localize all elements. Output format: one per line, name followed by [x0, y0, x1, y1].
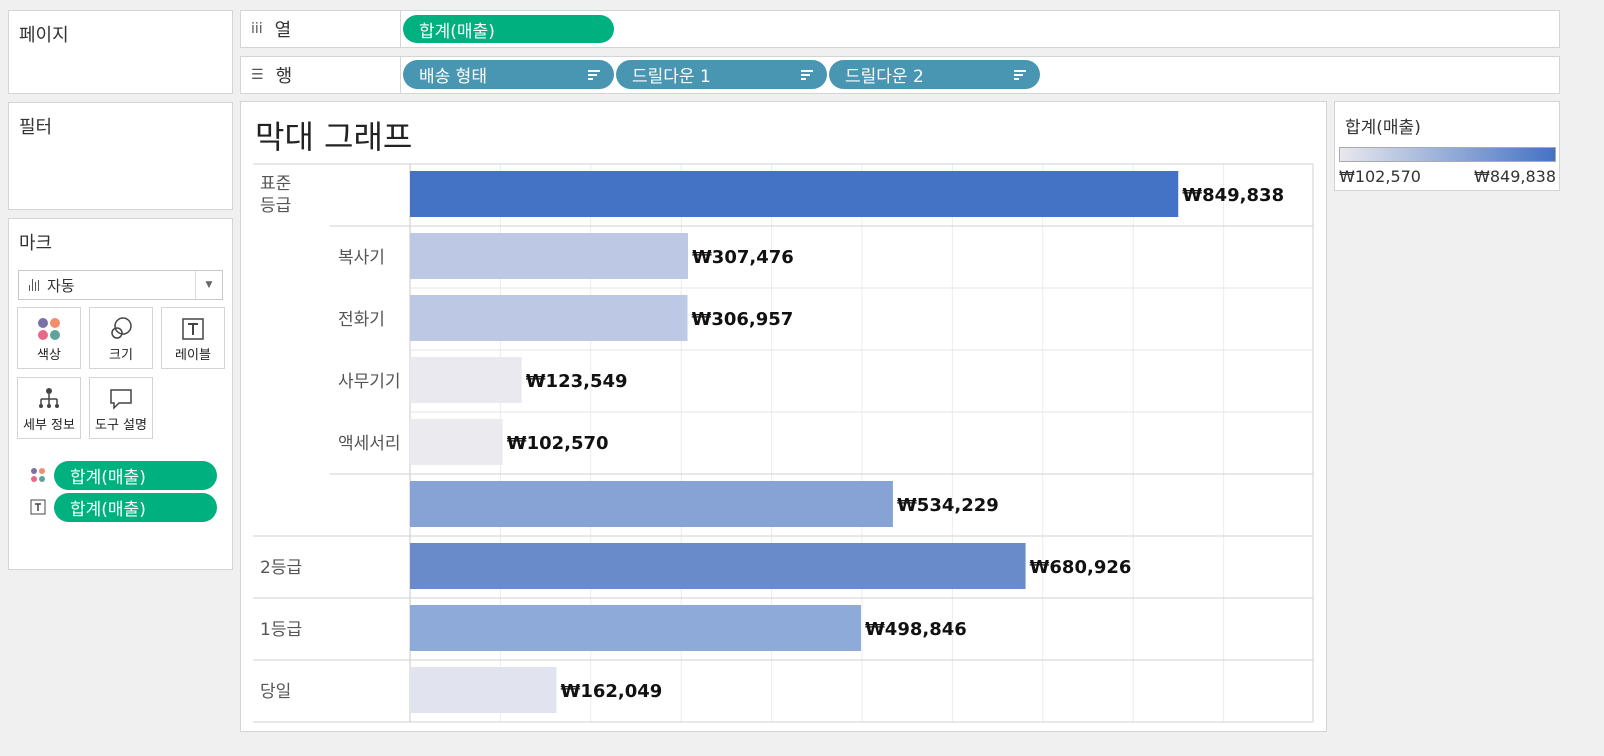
data-label: ₩498,846: [865, 619, 967, 640]
legend-gradient: [1339, 147, 1556, 162]
legend-max-label: ₩849,838: [1474, 167, 1556, 186]
data-label: ₩102,570: [507, 433, 609, 454]
category-label: 표준: [260, 174, 291, 194]
bar: [410, 667, 557, 713]
legend-min-label: ₩102,570: [1339, 167, 1421, 186]
data-label: ₩306,957: [691, 309, 793, 330]
data-label: ₩849,838: [1182, 185, 1284, 206]
legend-title: 합계(매출): [1345, 118, 1421, 138]
bar: [410, 295, 688, 341]
bar: [410, 605, 861, 651]
category-label: 1등급: [260, 620, 302, 640]
bar: [410, 481, 893, 527]
sub-category-label: 액세서리: [338, 434, 401, 454]
category-label: 등급: [260, 196, 291, 216]
data-label: ₩680,926: [1030, 557, 1132, 578]
bar: [410, 357, 522, 403]
data-label: ₩123,549: [526, 371, 628, 392]
sub-category-label: 전화기: [338, 310, 385, 330]
data-label: ₩534,229: [897, 495, 999, 516]
bar: [410, 171, 1179, 217]
sub-category-label: 사무기기: [338, 372, 401, 392]
category-label: 2등급: [260, 558, 302, 578]
sub-category-label: 복사기: [338, 248, 385, 268]
bar: [410, 419, 503, 465]
data-label: ₩307,476: [692, 247, 794, 268]
bar: [410, 543, 1026, 589]
category-label: 당일: [260, 682, 291, 702]
data-label: ₩162,049: [560, 681, 662, 702]
bar: [410, 233, 688, 279]
